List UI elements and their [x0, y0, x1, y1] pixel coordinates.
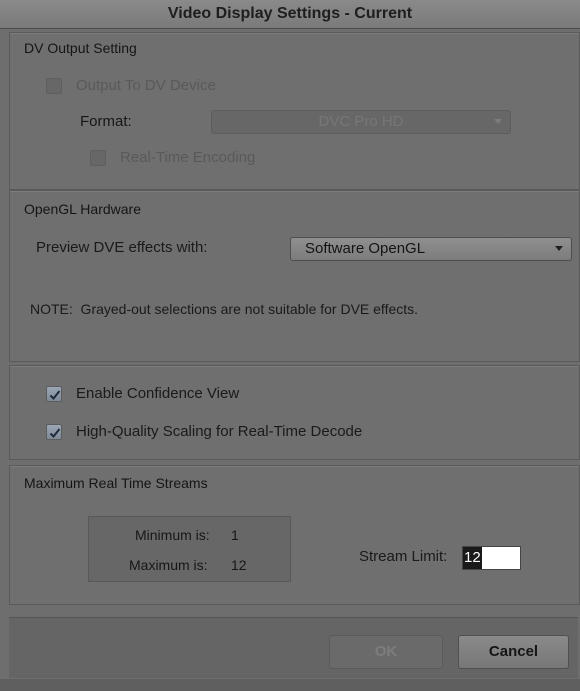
confidence-view-checkbox[interactable]: [46, 386, 62, 402]
high-quality-scaling-label: High-Quality Scaling for Real-Time Decod…: [76, 423, 363, 440]
opengl-title: OpenGL Hardware: [24, 201, 141, 217]
chevron-down-icon: [494, 119, 502, 124]
high-quality-scaling-checkbox[interactable]: [46, 424, 62, 440]
checkmark-icon: [49, 428, 61, 438]
stream-limit-value: 12: [463, 547, 482, 569]
stream-limit-label: Stream Limit:: [359, 548, 448, 565]
preview-dve-value: Software OpenGL: [305, 240, 426, 257]
format-dropdown[interactable]: DVC Pro HD: [211, 110, 511, 134]
window-title: Video Display Settings - Current: [0, 0, 580, 29]
dv-output-section: DV Output Setting Output To DV Device Fo…: [9, 32, 580, 190]
checkmark-icon: [49, 390, 61, 400]
dv-output-title: DV Output Setting: [24, 40, 137, 56]
preview-dve-dropdown[interactable]: Software OpenGL: [290, 237, 572, 261]
chevron-down-icon: [555, 246, 563, 251]
display-options-section: Enable Confidence View High-Quality Scal…: [9, 365, 580, 460]
streams-section: Maximum Real Time Streams Minimum is: 1 …: [9, 465, 580, 605]
dve-note: NOTE: Grayed-out selections are not suit…: [30, 301, 419, 317]
cancel-button[interactable]: Cancel: [458, 635, 569, 669]
ok-button[interactable]: OK: [329, 635, 443, 669]
min-max-panel: Minimum is: 1 Maximum is: 12: [88, 516, 291, 582]
stream-limit-input[interactable]: 12: [462, 546, 521, 570]
streams-title: Maximum Real Time Streams: [24, 475, 208, 491]
realtime-encoding-label: Real-Time Encoding: [120, 149, 256, 166]
maximum-label: Maximum is:: [129, 557, 208, 573]
opengl-section: OpenGL Hardware Preview DVE effects with…: [9, 190, 580, 362]
video-display-settings-dialog: Video Display Settings - Current DV Outp…: [0, 0, 580, 691]
minimum-label: Minimum is:: [135, 527, 210, 543]
output-to-dv-label: Output To DV Device: [76, 77, 216, 94]
maximum-value: 12: [231, 557, 247, 573]
output-to-dv-checkbox[interactable]: [46, 78, 62, 94]
confidence-view-label: Enable Confidence View: [76, 385, 240, 402]
dialog-footer: OK Cancel: [9, 617, 578, 678]
format-value: DVC Pro HD: [318, 113, 404, 130]
preview-dve-label: Preview DVE effects with:: [36, 239, 208, 256]
minimum-value: 1: [231, 527, 239, 543]
format-label: Format:: [80, 113, 132, 130]
bottom-edge: [0, 679, 580, 691]
realtime-encoding-checkbox[interactable]: [90, 150, 106, 166]
